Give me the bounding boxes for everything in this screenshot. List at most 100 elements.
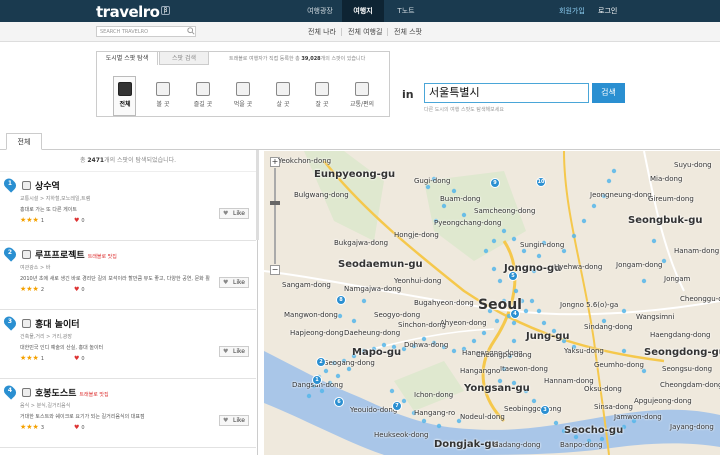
spot-description: 2010년 초에 새로 생긴 바로 경리단 길의 보석이라 할만큼 뷰도 좋고,… [20,276,210,282]
total-spot-note: 트래블로 여행자가 직접 등록한 총 39,028개의 스팟이 있습니다 [229,56,366,62]
nav-travel-plaza[interactable]: 여행광장 [299,0,341,22]
list-item[interactable]: 1 상수역 교통시설 > 지하철,모노레일,트램 홍대로 가는 또 다른 게이트… [0,172,256,241]
map-pin-marker[interactable]: 10 [536,177,546,187]
map-label: Sangam-dong [282,281,331,289]
map-label: Jongam [664,275,691,283]
map-label: Haengdang-dong [650,331,711,339]
spot-hearts: ♥ 0 [74,355,85,362]
zoom-out-button[interactable]: − [270,265,280,275]
like-button[interactable]: ♥ Like [219,208,249,219]
signup-link[interactable]: 회원가입 [559,0,585,22]
list-item[interactable]: 4 호봉도스트 트래블로 맛집 음식 > 분식,길거리음식 거대한 토스트와 쉐이… [0,379,256,448]
tab-city-spot-explore[interactable]: 도시별 스팟 탐색 [96,51,158,65]
subnav-all-spots[interactable]: 전체 스팟 [394,22,422,42]
map-label: Hyehwa-dong [554,263,603,271]
zoom-slider-handle[interactable] [270,201,280,205]
like-button[interactable]: ♥ Like [219,346,249,357]
map-pin-marker[interactable]: 8 [336,295,346,305]
category-transport[interactable]: 교통/편의 [345,82,379,108]
map-label: Hapjeong-dong [290,329,344,337]
map-pin-marker[interactable]: 6 [334,397,344,407]
like-button[interactable]: ♥ Like [219,415,249,426]
nav-destinations[interactable]: 여행지 [342,0,384,22]
map-label: Oksu-dong [584,385,622,393]
category-see[interactable]: 볼 곳 [148,82,178,108]
map-label: Mangwon-dong [284,311,338,319]
category-eat[interactable]: 먹을 곳 [228,82,258,108]
spot-title[interactable]: 상수역 [35,179,60,192]
spot-rating: ★★★ 1 [20,216,45,224]
map-label: Geumho-dong [594,361,644,369]
trash-bin-icon [196,82,210,96]
map-label: Bugahyeon-dong [414,299,474,307]
map-label: Jayang-dong [670,423,714,431]
map-label: Sindang-dong [584,323,633,331]
map-label: Jongam-dong [616,261,663,269]
map-pin-marker[interactable]: 5 [508,271,518,281]
spot-category: 음식 > 분식,길거리음식 [20,403,71,409]
food-icon [22,388,31,397]
map-label: Ichon-dong [414,391,454,399]
list-item[interactable]: 2 루프프로젝트 트래블로 맛집 여관광소 > 바 2010년 초에 새로 생긴 … [0,241,256,310]
list-item[interactable]: 3 홍대 놀이터 건축물,거리 > 거리,광장 대한민국 인디 예술의 산실, … [0,310,256,379]
search-icon[interactable] [187,27,195,35]
city-search-input[interactable]: 서울특별시 [424,83,589,103]
category-all[interactable]: 전체 [110,82,140,108]
site-search-input[interactable]: SEARCH TRAVELRO [96,26,196,37]
map-view[interactable]: + − Yeokchon-dong Eunpyeong-gu Bulgwang-… [264,151,720,455]
map-label: Seocho-gu [564,425,624,436]
map-pin-marker[interactable]: 7 [392,401,402,411]
list-scrollbar[interactable] [256,150,259,240]
map-label: Cheongpa-dong [476,351,532,359]
subnav-all-countries[interactable]: 전체 나라 [308,22,336,42]
tab-all-results[interactable]: 전체 [6,133,42,150]
map-label: Jeongneung-dong [590,191,652,199]
zoom-slider-track[interactable] [274,168,276,264]
nav-t-note[interactable]: T노트 [385,0,427,22]
spot-hearts: ♥ 0 [74,217,85,224]
category-enjoy[interactable]: 즐길 곳 [188,82,218,108]
map-pin-marker[interactable]: 4 [510,309,520,319]
like-button[interactable]: ♥ Like [219,277,249,288]
spot-category: 여관광소 > 바 [20,265,51,271]
map-label: Ahyeon-dong [440,319,487,327]
map-label: Seogang-dong [324,359,375,367]
category-sleep[interactable]: 잘 곳 [307,82,337,108]
pin-number: 1 [7,180,13,187]
map-label: Suyu-dong [674,161,712,169]
map-label: Daeheung-dong [344,329,401,337]
category-buy[interactable]: 살 곳 [268,82,298,108]
landmark-icon [22,319,31,328]
map-pin-marker[interactable]: 9 [490,178,500,188]
travelro-logo[interactable]: travelro [96,3,160,21]
map-label: Mia-dong [650,175,683,183]
map-label: Samcheong-dong [474,207,536,215]
spot-category: 교통시설 > 지하철,모노레일,트램 [20,196,91,202]
map-label: Gireum-dong [648,195,694,203]
map-label: Jongno 5.6(o)-ga [560,301,619,309]
map-label: Sinchon-dong [398,321,446,329]
map-label: Hongje-dong [394,231,439,239]
tab-spot-search[interactable]: 스팟 검색 [159,51,209,65]
pin-number: 4 [7,387,13,394]
map-label: Yeouido-dong [350,406,398,414]
map-label: Banpo-dong [560,441,603,449]
map-label: Pyeongchang-dong [434,219,502,227]
map-pin-marker[interactable]: 1 [312,375,322,385]
tasty-badge: 트래블로 맛집 [87,254,117,260]
trash-bin-icon [315,82,329,96]
trash-bin-icon [355,82,369,96]
city-search-button[interactable]: 검색 [592,83,625,103]
map-pin-marker[interactable]: 2 [316,357,326,367]
map-label: Heukseok-dong [374,431,429,439]
map-label: Yeokchon-dong [278,157,332,165]
subnav-all-routes[interactable]: 전체 여행길 [348,22,382,42]
spot-title[interactable]: 호봉도스트 트래블로 맛집 [35,386,109,399]
spot-title[interactable]: 루프프로젝트 트래블로 맛집 [35,248,117,261]
spot-title[interactable]: 홍대 놀이터 [35,317,80,330]
login-link[interactable]: 로그인 [598,0,617,22]
map-pin-marker[interactable]: 3 [540,405,550,415]
map-label: Dohwa-dong [404,341,449,349]
map-label: Buam-dong [440,195,481,203]
map-label: Wangsimni [636,313,675,321]
